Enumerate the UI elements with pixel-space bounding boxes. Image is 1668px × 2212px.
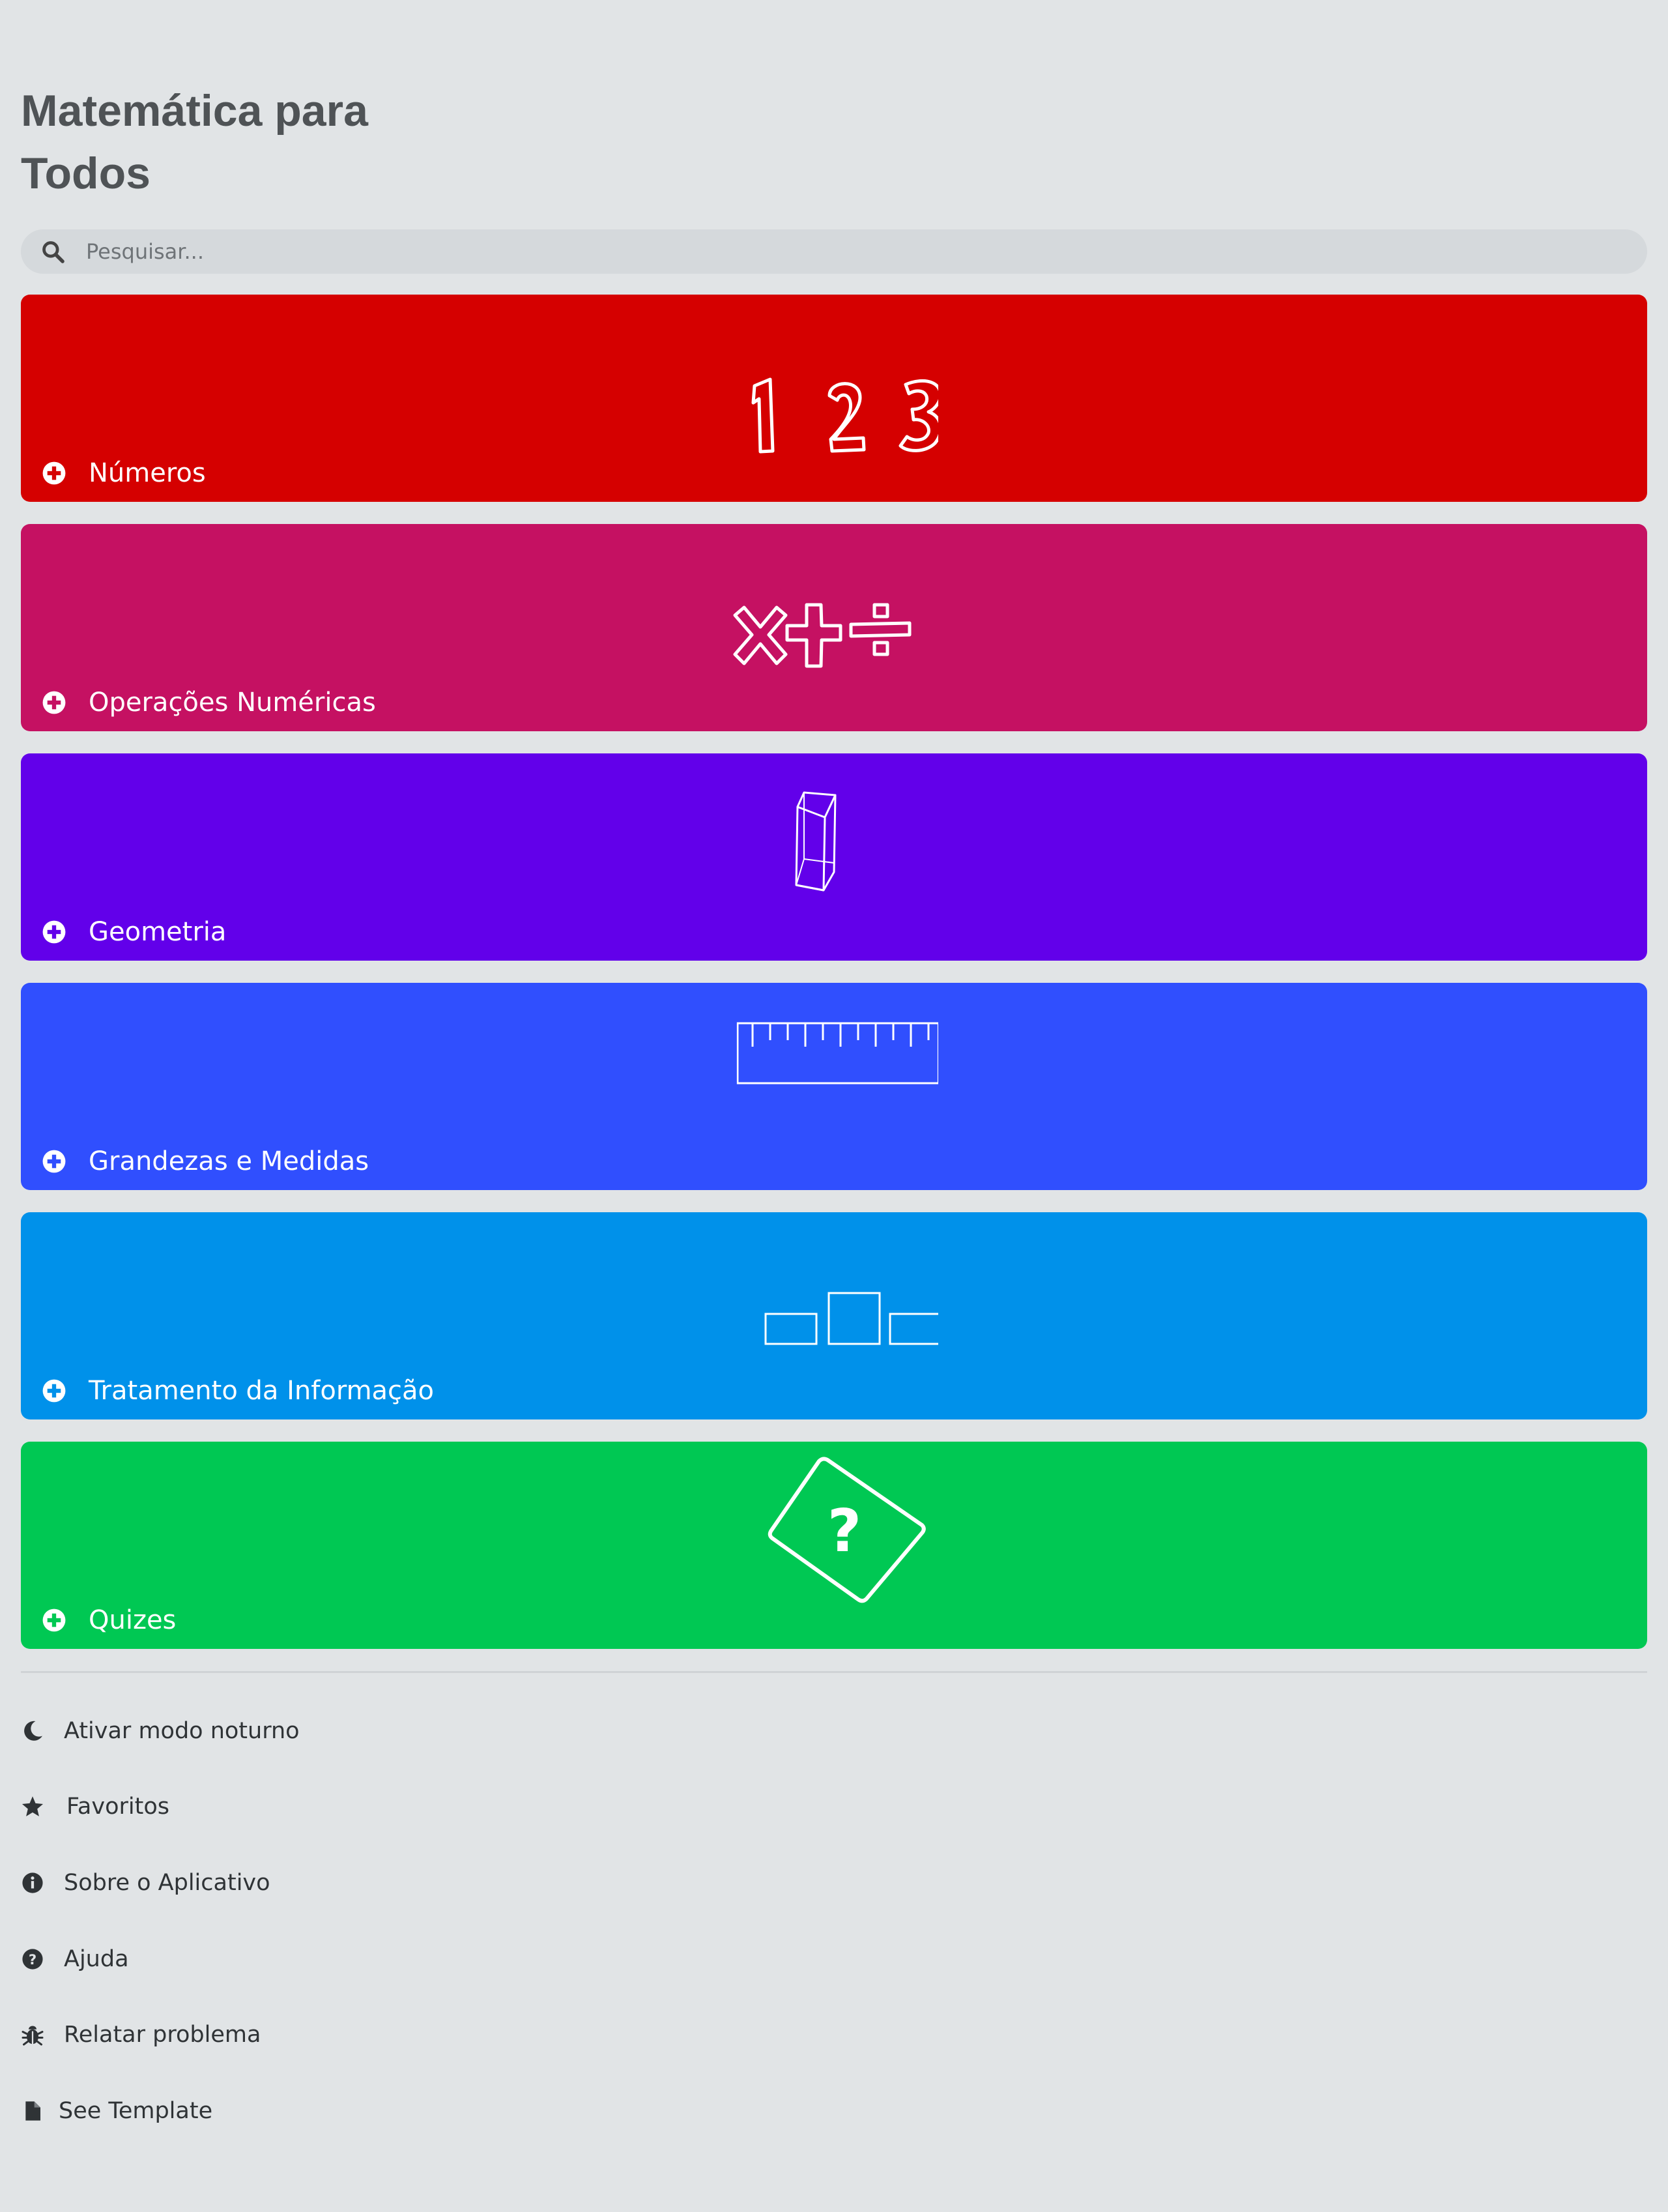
category-label-row: Números <box>42 456 206 490</box>
category-label-row: Tratamento da Informação <box>42 1374 434 1408</box>
ruler-icon <box>736 1022 938 1084</box>
bug-icon <box>21 2023 44 2046</box>
menu-item-about[interactable]: Sobre o Aplicativo <box>21 1863 270 1902</box>
help-icon: ? <box>21 1947 44 1971</box>
category-card-geometria[interactable]: Geometria <box>21 753 1647 961</box>
category-card-operacoes[interactable]: Operações Numéricas <box>21 524 1647 731</box>
category-label-row: Geometria <box>42 915 226 949</box>
svg-text:?: ? <box>827 1497 861 1565</box>
menu-item-report-problem[interactable]: Relatar problema <box>21 2015 261 2054</box>
numbers-123-icon <box>751 377 938 454</box>
menu-item-label: Ajuda <box>64 1946 129 1972</box>
moon-icon <box>21 1719 44 1743</box>
menu-item-label: See Template <box>59 2098 213 2124</box>
category-label: Grandezas e Medidas <box>89 1146 369 1176</box>
plus-circle-icon <box>42 920 66 944</box>
operations-icon <box>733 603 912 668</box>
menu-item-favorites[interactable]: Favoritos <box>21 1787 169 1826</box>
menu-item-label: Relatar problema <box>64 2022 261 2048</box>
category-label-row: Quizes <box>42 1603 176 1637</box>
info-icon <box>21 1871 44 1895</box>
menu-item-label: Ativar modo noturno <box>64 1718 300 1744</box>
menu-item-see-template[interactable]: See Template <box>21 2091 212 2131</box>
category-card-grandezas[interactable]: Grandezas e Medidas <box>21 983 1647 1190</box>
category-card-tratamento[interactable]: Tratamento da Informação <box>21 1212 1647 1419</box>
question-card-icon: ? <box>768 1457 926 1603</box>
svg-text:?: ? <box>29 1952 36 1968</box>
menu-item-label: Favoritos <box>66 1794 169 1820</box>
divider <box>21 1671 1647 1673</box>
menu-item-label: Sobre o Aplicativo <box>64 1870 270 1896</box>
category-label: Operações Numéricas <box>89 688 376 718</box>
app-screen: Matemática para Todos Números <box>0 0 1668 2212</box>
plus-circle-icon <box>42 691 66 714</box>
plus-circle-icon <box>42 1379 66 1403</box>
plus-circle-icon <box>42 1608 66 1632</box>
category-card-numeros[interactable]: Números <box>21 295 1647 502</box>
star-icon <box>21 1795 44 1818</box>
cube-icon <box>795 791 837 892</box>
menu-item-night-mode[interactable]: Ativar modo noturno <box>21 1711 300 1751</box>
category-label: Quizes <box>89 1605 177 1635</box>
search-input[interactable] <box>86 232 1585 271</box>
category-card-quizes[interactable]: ? Quizes <box>21 1442 1647 1649</box>
category-label: Tratamento da Informação <box>89 1376 435 1406</box>
file-icon <box>21 2099 44 2123</box>
menu-item-help[interactable]: ? Ajuda <box>21 1940 129 1979</box>
plus-circle-icon <box>42 461 66 485</box>
search-bar[interactable] <box>21 229 1647 274</box>
category-label: Geometria <box>89 917 227 947</box>
bar-chart-icon <box>764 1292 938 1345</box>
page-title: Matemática para Todos <box>21 86 368 198</box>
plus-circle-icon <box>42 1150 66 1173</box>
category-label-row: Grandezas e Medidas <box>42 1144 369 1178</box>
category-label-row: Operações Numéricas <box>42 686 376 720</box>
search-icon <box>42 241 65 263</box>
category-label: Números <box>89 458 206 488</box>
